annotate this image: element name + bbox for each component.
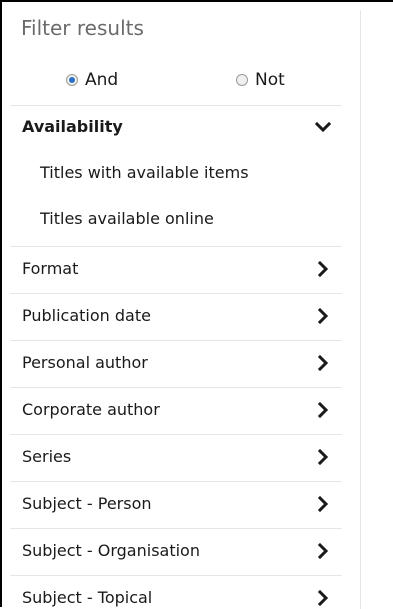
chevron-right-icon: [317, 543, 329, 559]
facet-subject-topical[interactable]: Subject - Topical: [10, 576, 342, 609]
availability-option-available-items[interactable]: Titles with available items: [40, 163, 249, 182]
facet-corporate-author[interactable]: Corporate author: [10, 388, 342, 435]
facet-label: Series: [22, 447, 72, 466]
chevron-right-icon: [317, 261, 329, 277]
filter-window: Filter results And Not Availability Titl…: [0, 0, 393, 609]
not-radio-label: Not: [255, 70, 285, 90]
and-radio-label: And: [85, 70, 119, 90]
facet-format[interactable]: Format: [10, 247, 342, 294]
chevron-right-icon: [317, 402, 329, 418]
chevron-right-icon: [317, 308, 329, 324]
facet-label: Corporate author: [22, 400, 160, 419]
not-radio-button[interactable]: [236, 74, 248, 86]
not-radio-option[interactable]: Not: [236, 70, 285, 90]
facet-label: Format: [22, 259, 79, 278]
filter-panel: Filter results And Not Availability Titl…: [10, 10, 361, 609]
and-radio-option[interactable]: And: [66, 70, 118, 90]
facet-label: Personal author: [22, 353, 148, 372]
facet-publication-date[interactable]: Publication date: [10, 294, 342, 341]
facet-label: Subject - Organisation: [22, 541, 200, 560]
filter-logic-options: And Not: [10, 60, 342, 106]
facet-series[interactable]: Series: [10, 435, 342, 482]
facet-subject-organisation[interactable]: Subject - Organisation: [10, 529, 342, 576]
availability-option-available-online[interactable]: Titles available online: [40, 209, 214, 228]
facet-personal-author[interactable]: Personal author: [10, 341, 342, 388]
facet-availability-header[interactable]: Availability: [22, 117, 123, 136]
chevron-right-icon: [317, 496, 329, 512]
chevron-right-icon: [317, 355, 329, 371]
chevron-down-icon[interactable]: [315, 119, 331, 135]
facet-subject-person[interactable]: Subject - Person: [10, 482, 342, 529]
facet-availability: Availability Titles with available items…: [10, 106, 342, 247]
facet-label: Subject - Person: [22, 494, 152, 513]
facet-label: Publication date: [22, 306, 151, 325]
chevron-right-icon: [317, 590, 329, 606]
filter-results-title: Filter results: [21, 16, 144, 40]
facet-label: Subject - Topical: [22, 588, 153, 607]
chevron-right-icon: [317, 449, 329, 465]
and-radio-button[interactable]: [66, 74, 78, 86]
